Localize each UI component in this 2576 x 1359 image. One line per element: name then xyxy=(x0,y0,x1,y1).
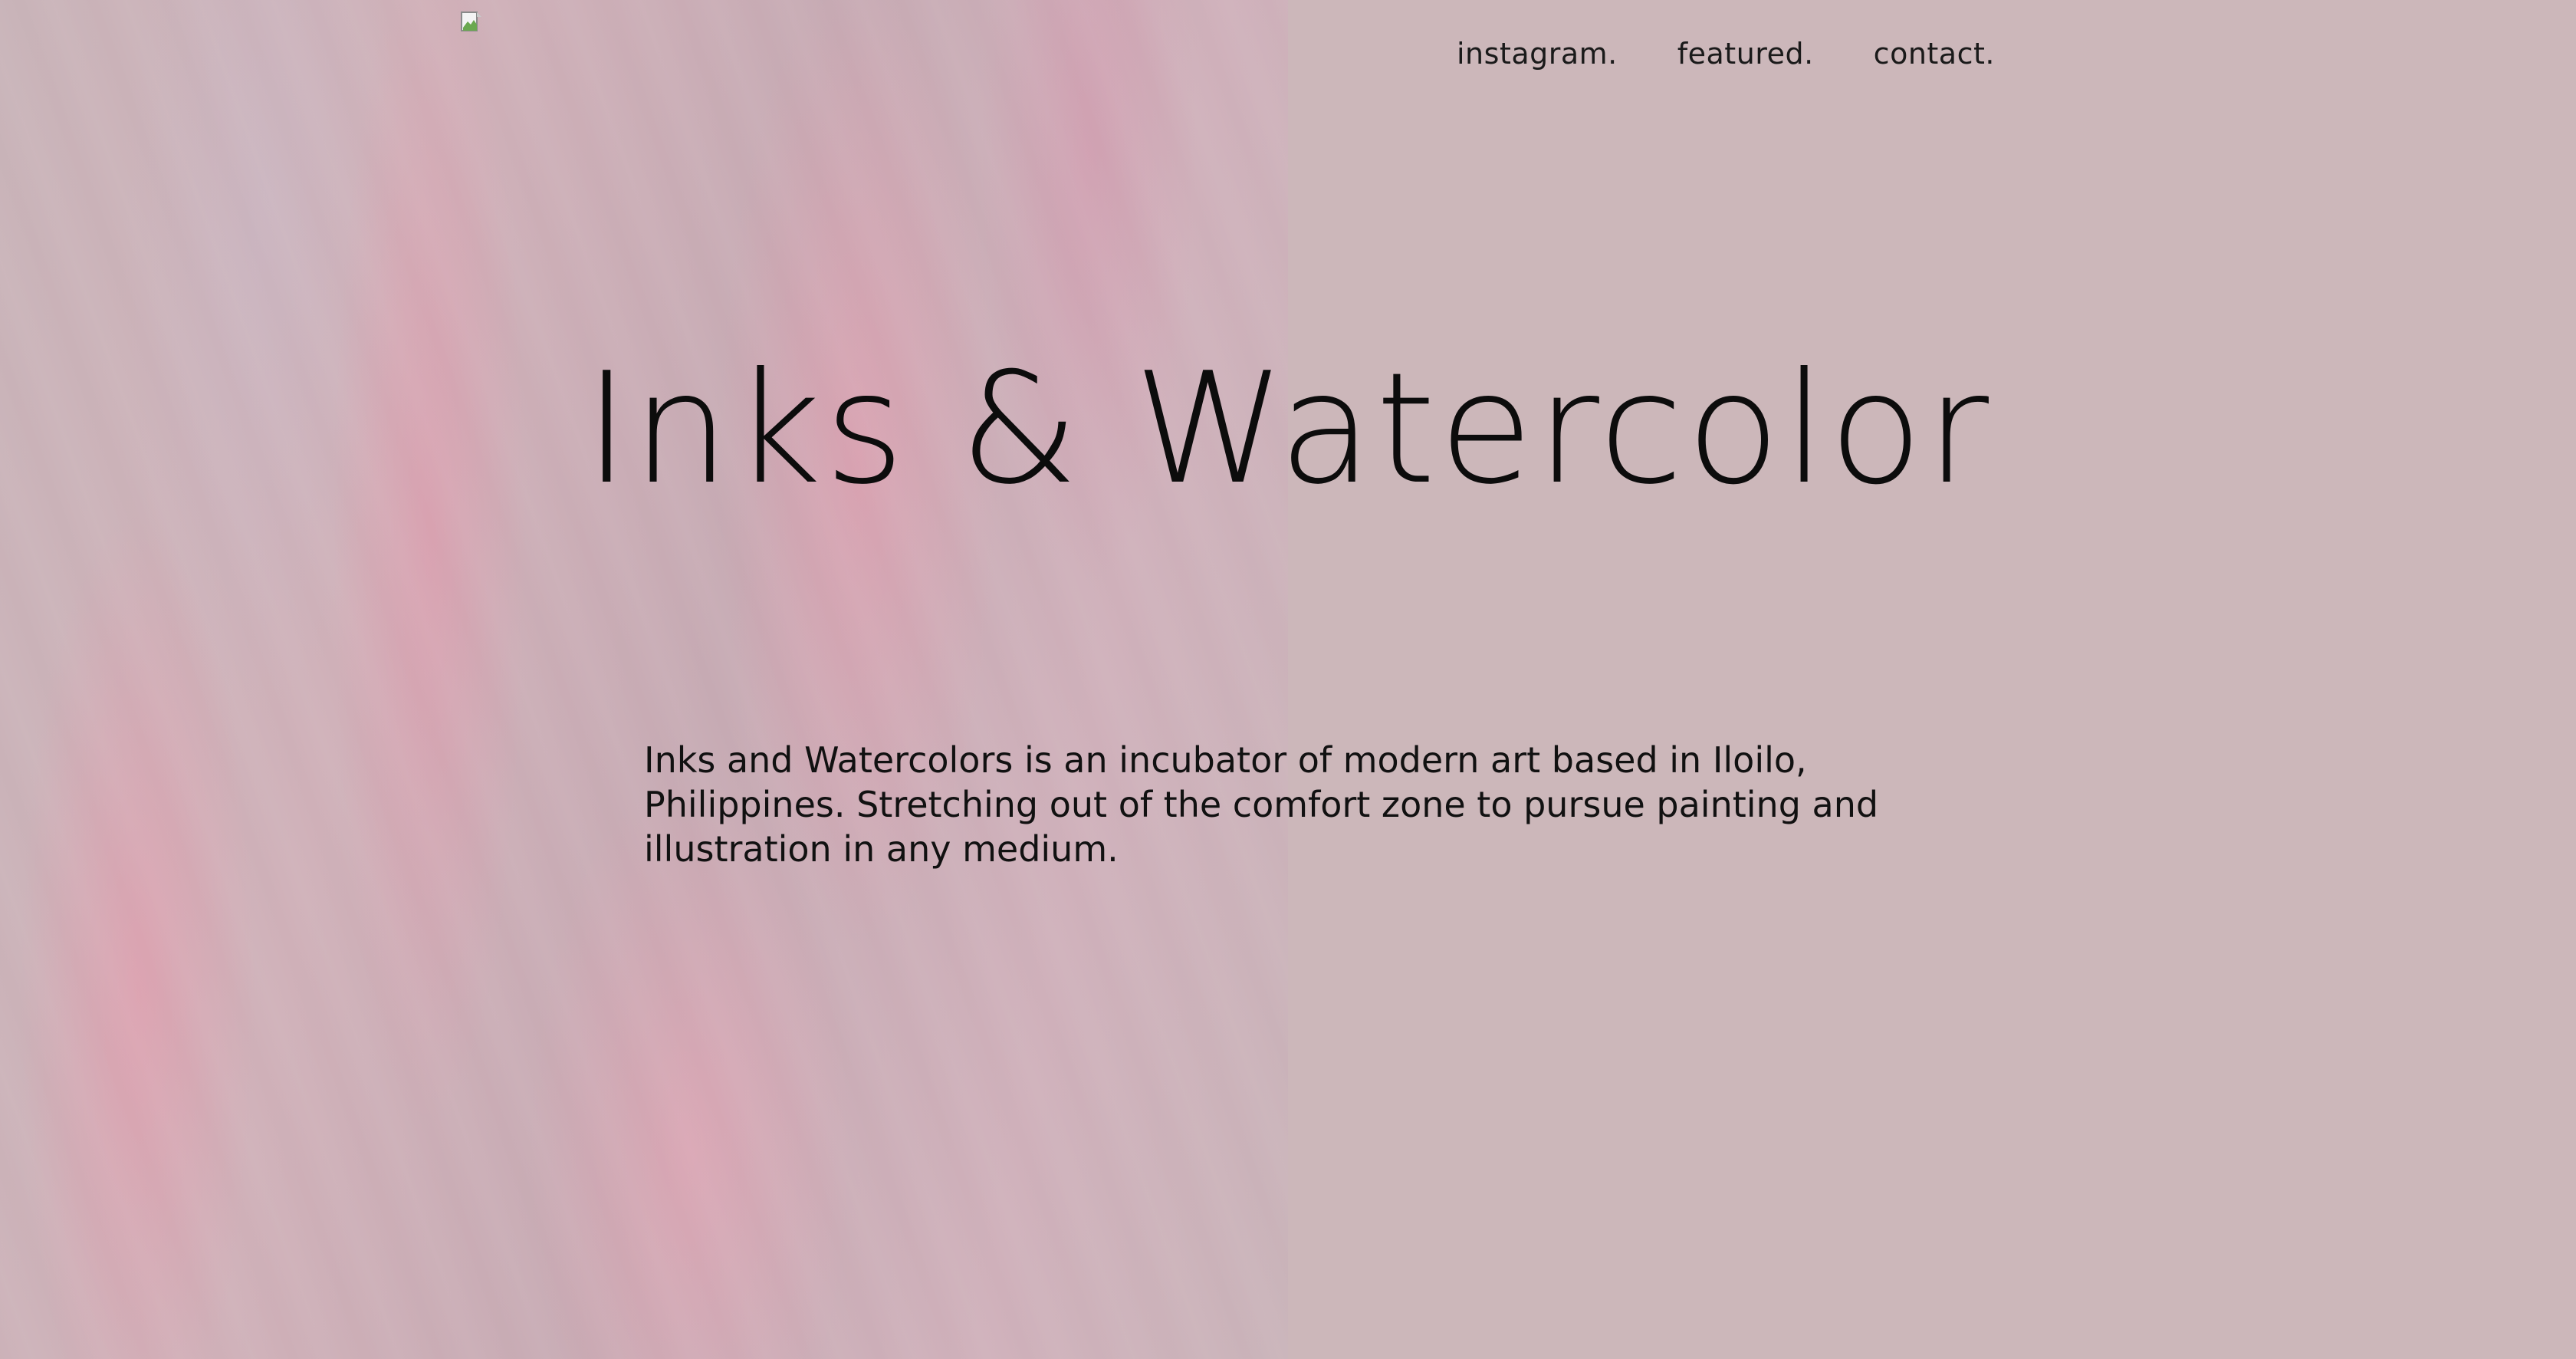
nav-link-featured[interactable]: featured. xyxy=(1677,37,1814,71)
broken-image-icon xyxy=(461,12,481,31)
hero-title: Inks & Watercolor xyxy=(583,340,1993,518)
nav-link-instagram[interactable]: instagram. xyxy=(1457,37,1618,71)
nav-link-contact[interactable]: contact. xyxy=(1874,37,1995,71)
logo-broken-image-icon[interactable] xyxy=(460,11,485,35)
hero-description: Inks and Watercolors is an incubator of … xyxy=(644,739,1879,870)
top-nav: instagram. featured. contact. xyxy=(1457,37,1995,71)
background-image xyxy=(0,0,1288,1359)
